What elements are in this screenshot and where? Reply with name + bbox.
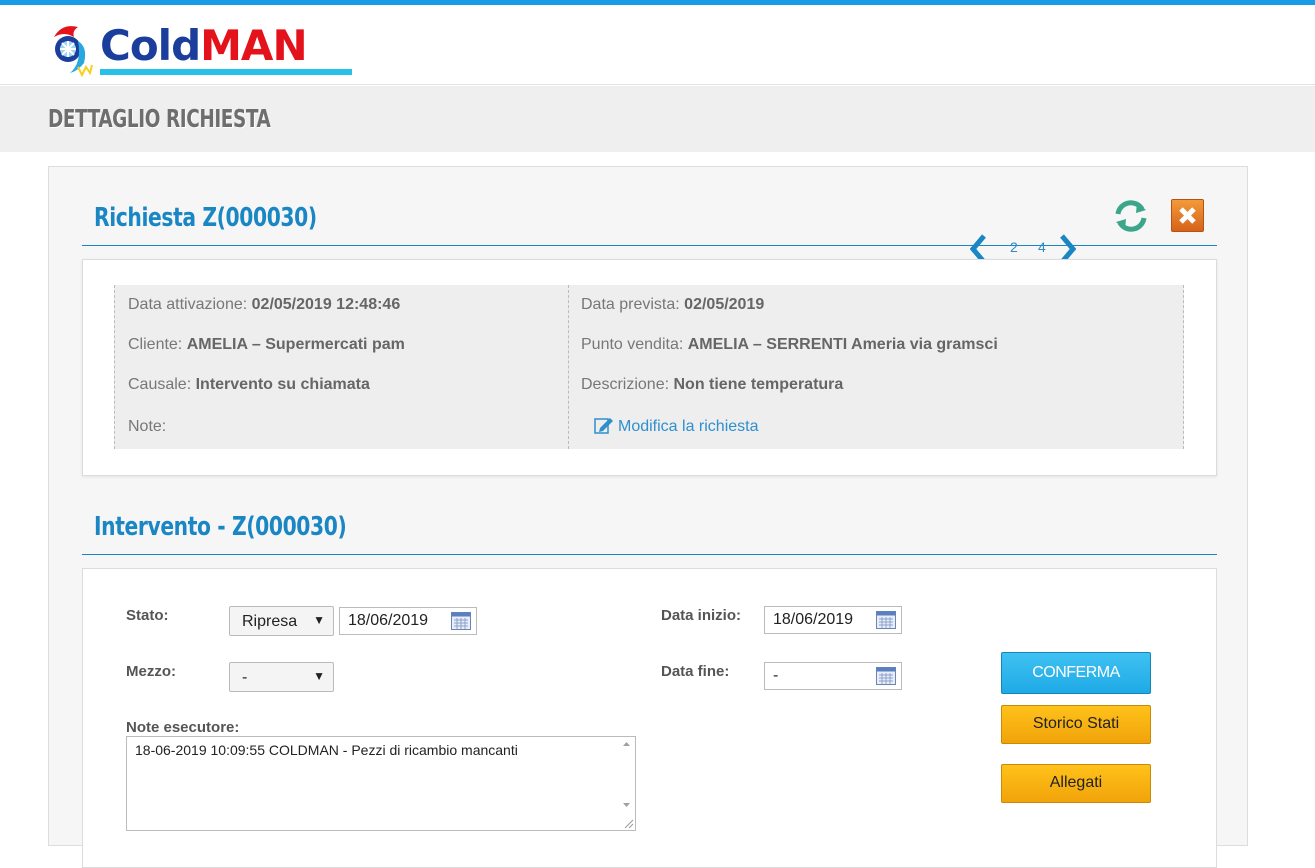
dropdown-arrow-icon: ▼ xyxy=(313,613,325,627)
logo-text-man: MAN xyxy=(200,21,307,70)
logo-underline xyxy=(100,69,352,75)
stato-select[interactable]: Ripresa ▼ xyxy=(229,606,334,636)
intervention-title-underline xyxy=(82,554,1217,555)
data-attivazione: Data attivazione: 02/05/2019 12:48:46 xyxy=(128,296,401,313)
note-esecutore-label: Note esecutore: xyxy=(126,719,240,736)
page-title: DETTAGLIO RICHIESTA xyxy=(48,104,271,133)
refresh-icon[interactable] xyxy=(1110,198,1152,234)
data-inizio-field[interactable]: 18/06/2019 xyxy=(764,606,902,634)
mezzo-label: Mezzo: xyxy=(126,663,176,680)
logo-icon xyxy=(54,26,93,78)
edit-request-link[interactable]: Modifica la richiesta xyxy=(594,416,759,436)
storico-stati-button[interactable]: Storico Stati xyxy=(1001,705,1151,744)
edit-icon xyxy=(594,418,613,434)
request-title: Richiesta Z(000030) xyxy=(94,203,317,233)
column-divider xyxy=(568,285,569,449)
causale: Causale: Intervento su chiamata xyxy=(128,376,370,393)
data-fine-label: Data fine: xyxy=(661,663,730,680)
data-inizio-label: Data inizio: xyxy=(661,607,742,624)
next-record-number[interactable]: 4 xyxy=(1038,239,1046,255)
descrizione: Descrizione: Non tiene temperatura xyxy=(581,376,844,393)
logo[interactable]: ColdMAN xyxy=(48,17,358,79)
detail-card: Richiesta Z(000030) 2 4 Data attivazione… xyxy=(48,166,1248,868)
request-info-box: Data attivazione: 02/05/2019 12:48:46 Cl… xyxy=(82,259,1217,476)
conferma-button[interactable]: CONFERMA xyxy=(1001,652,1151,694)
stato-date-field[interactable]: 18/06/2019 xyxy=(339,607,477,635)
header: ColdMAN xyxy=(0,5,1315,85)
mezzo-select[interactable]: - ▼ xyxy=(229,662,334,692)
allegati-button[interactable]: Allegati xyxy=(1001,764,1151,803)
close-icon xyxy=(1179,207,1196,224)
note-esecutore-textarea[interactable]: 18-06-2019 10:09:55 COLDMAN - Pezzi di r… xyxy=(126,736,636,831)
dropdown-arrow-icon: ▼ xyxy=(313,669,325,683)
punto-vendita: Punto vendita: AMELIA – SERRENTI Ameria … xyxy=(581,336,998,353)
close-button[interactable] xyxy=(1171,199,1204,232)
intervention-title: Intervento - Z(000030) xyxy=(94,512,347,542)
request-info-grid: Data attivazione: 02/05/2019 12:48:46 Cl… xyxy=(114,285,1184,449)
data-prevista: Data prevista: 02/05/2019 xyxy=(581,296,765,313)
calendar-icon[interactable] xyxy=(876,667,896,685)
stato-label: Stato: xyxy=(126,607,169,624)
calendar-icon[interactable] xyxy=(876,611,896,629)
page-title-bar: DETTAGLIO RICHIESTA xyxy=(0,86,1315,152)
logo-text-cold: Cold xyxy=(100,21,201,70)
note: Note: xyxy=(128,418,167,435)
scrollbar[interactable] xyxy=(618,737,635,830)
data-fine-field[interactable]: - xyxy=(764,662,902,690)
prev-record-number[interactable]: 2 xyxy=(1010,239,1018,255)
request-title-underline xyxy=(82,245,1217,246)
calendar-icon[interactable] xyxy=(451,612,471,630)
cliente: Cliente: AMELIA – Supermercati pam xyxy=(128,336,405,353)
